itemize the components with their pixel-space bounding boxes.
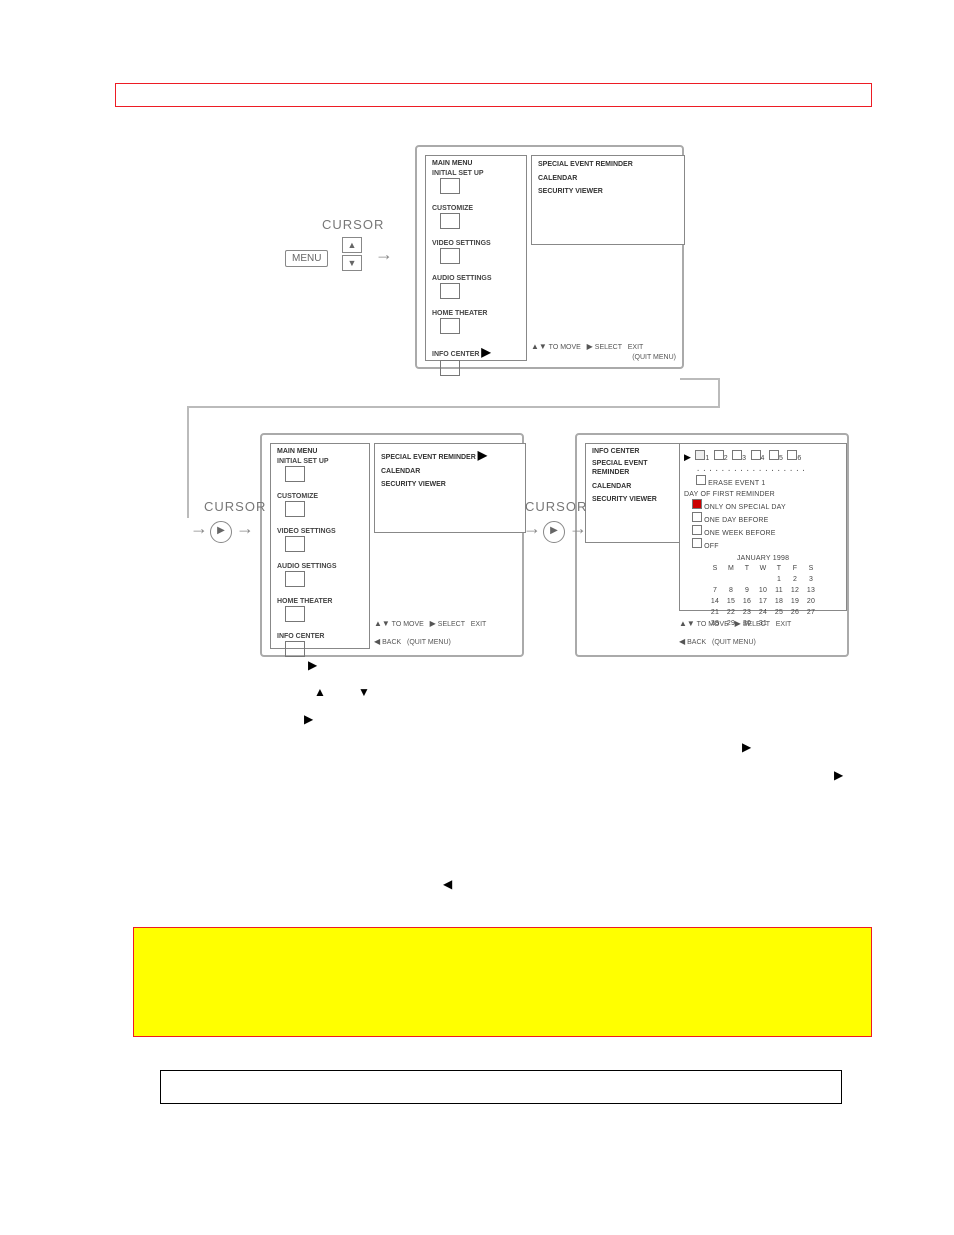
submenu-item[interactable]: SECURITY VIEWER bbox=[381, 481, 519, 488]
customize-icon bbox=[285, 501, 305, 517]
submenu-item[interactable]: SPECIAL EVENT REMINDER bbox=[592, 459, 680, 477]
back-icon: ◀ bbox=[443, 877, 452, 891]
right-key-circle[interactable]: ▶ bbox=[543, 520, 565, 543]
hint-row: ▲▼ TO MOVE ▶ SELECT EXIT(QUIT MENU) bbox=[531, 336, 676, 361]
cursor-label: CURSOR bbox=[525, 499, 587, 514]
mm-item[interactable]: AUDIO SETTINGS bbox=[432, 275, 520, 282]
play-icon: ▶ bbox=[308, 658, 317, 672]
erase-option[interactable]: ERASE EVENT 1 bbox=[696, 475, 842, 488]
mm-item[interactable]: INITIAL SET UP bbox=[432, 170, 520, 177]
down-key[interactable]: ▼ bbox=[342, 255, 362, 271]
mm-item[interactable]: INFO CENTER bbox=[277, 633, 363, 640]
play-icon: ▶ bbox=[834, 768, 843, 782]
mm-item[interactable]: HOME THEATER bbox=[432, 310, 520, 317]
audio-icon bbox=[285, 571, 305, 587]
black-note-box bbox=[160, 1070, 842, 1104]
main-menu-title: MAIN MENU bbox=[432, 160, 520, 167]
arrow-right-icon: → bbox=[523, 518, 541, 539]
reminder-option[interactable]: OFF bbox=[692, 538, 842, 551]
submenu-item[interactable]: SECURITY VIEWER bbox=[538, 188, 678, 195]
menu-button[interactable]: MENU bbox=[285, 248, 328, 267]
reminder-detail: ▶ 1 2 3 4 5 6 .................. ERASE E… bbox=[679, 443, 847, 611]
customize-icon bbox=[440, 213, 460, 229]
video-icon bbox=[440, 248, 460, 264]
info-center-submenu: SPECIAL EVENT REMINDER CALENDAR SECURITY… bbox=[531, 155, 685, 245]
calendar-title: JANUARY 1998 bbox=[684, 554, 842, 563]
arrow-right-icon: → bbox=[569, 518, 587, 539]
yellow-note-box bbox=[133, 927, 872, 1037]
reminder-option[interactable]: ONE WEEK BEFORE bbox=[692, 525, 842, 538]
submenu-item[interactable]: SECURITY VIEWER bbox=[592, 496, 680, 503]
cursor-label: CURSOR bbox=[204, 499, 266, 514]
theater-icon bbox=[440, 318, 460, 334]
play-icon: ▶ bbox=[684, 452, 691, 462]
submenu-item[interactable]: CALENDAR bbox=[592, 483, 680, 490]
main-menu-panel: MAIN MENU INITIAL SET UP CUSTOMIZE VIDEO… bbox=[425, 155, 527, 361]
day-label: DAY OF FIRST REMINDER bbox=[684, 490, 842, 499]
screen-left: MAIN MENU INITIAL SET UP CUSTOMIZE VIDEO… bbox=[260, 433, 524, 657]
hint-row: ▲▼ TO MOVE ▶ SELECT EXIT◀ BACK (QUIT MEN… bbox=[679, 613, 839, 649]
mm-item[interactable]: CUSTOMIZE bbox=[277, 493, 363, 500]
event-row: ▶ 1 2 3 4 5 6 bbox=[684, 447, 842, 465]
up-icon: ▲ bbox=[314, 685, 326, 699]
up-key[interactable]: ▲ bbox=[342, 237, 362, 253]
play-icon: ▶ bbox=[481, 345, 490, 359]
info-icon bbox=[285, 641, 305, 657]
play-icon: ▶ bbox=[742, 740, 751, 754]
header-red-box bbox=[115, 83, 872, 107]
down-icon: ▼ bbox=[358, 685, 370, 699]
mm-item[interactable]: CUSTOMIZE bbox=[432, 205, 520, 212]
right-key-circle[interactable]: ▶ bbox=[210, 520, 232, 543]
cursor-keys: ▲ ▼ bbox=[342, 235, 362, 271]
mm-item[interactable]: INITIAL SET UP bbox=[277, 458, 363, 465]
play-icon: ▶ bbox=[478, 448, 487, 462]
theater-icon bbox=[285, 606, 305, 622]
submenu-item[interactable]: CALENDAR bbox=[381, 468, 519, 475]
dots: .................. bbox=[696, 466, 842, 475]
setup-icon bbox=[285, 466, 305, 482]
screen-top: MAIN MENU INITIAL SET UP CUSTOMIZE VIDEO… bbox=[415, 145, 684, 369]
play-icon: ▶ bbox=[304, 712, 313, 726]
reminder-option[interactable]: ONLY ON SPECIAL DAY bbox=[692, 499, 842, 512]
setup-icon bbox=[440, 178, 460, 194]
mm-item[interactable]: INFO CENTER ▶ bbox=[432, 345, 520, 359]
info-center-panel: INFO CENTER SPECIAL EVENT REMINDER CALEN… bbox=[585, 443, 687, 543]
screen-right: INFO CENTER SPECIAL EVENT REMINDER CALEN… bbox=[575, 433, 849, 657]
submenu-item[interactable]: SPECIAL EVENT REMINDER ▶ bbox=[381, 448, 519, 462]
video-icon bbox=[285, 536, 305, 552]
reminder-option[interactable]: ONE DAY BEFORE bbox=[692, 512, 842, 525]
submenu-item[interactable]: SPECIAL EVENT REMINDER bbox=[538, 160, 678, 169]
info-center-submenu-2: SPECIAL EVENT REMINDER ▶ CALENDAR SECURI… bbox=[374, 443, 526, 533]
main-menu-panel-2: MAIN MENU INITIAL SET UP CUSTOMIZE VIDEO… bbox=[270, 443, 370, 649]
mm-item[interactable]: VIDEO SETTINGS bbox=[277, 528, 363, 535]
mm-item[interactable]: AUDIO SETTINGS bbox=[277, 563, 363, 570]
arrow-right-icon: → bbox=[375, 244, 393, 265]
mm-item[interactable]: VIDEO SETTINGS bbox=[432, 240, 520, 247]
audio-icon bbox=[440, 283, 460, 299]
arrow-right-icon: → bbox=[190, 518, 208, 539]
arrow-right-icon: → bbox=[236, 518, 254, 539]
info-icon bbox=[440, 360, 460, 376]
hint-row: ▲▼ TO MOVE ▶ SELECT EXIT◀ BACK (QUIT MEN… bbox=[374, 613, 514, 649]
submenu-item[interactable]: CALENDAR bbox=[538, 175, 678, 182]
cursor-label: CURSOR bbox=[322, 217, 384, 232]
mm-item[interactable]: HOME THEATER bbox=[277, 598, 363, 605]
